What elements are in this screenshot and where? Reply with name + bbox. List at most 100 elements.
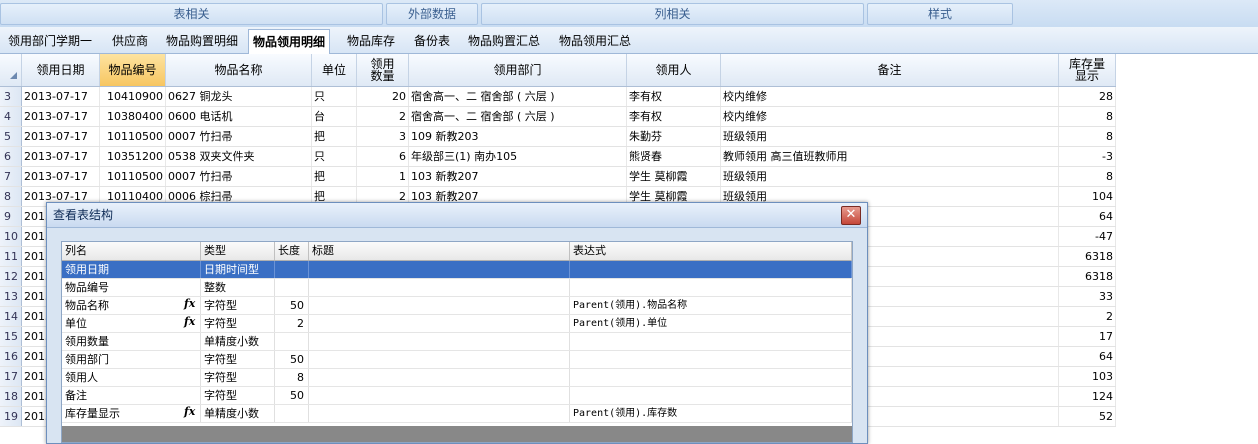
struct-cell-length[interactable] xyxy=(275,279,309,296)
struct-cell-length[interactable] xyxy=(275,261,309,278)
list-item[interactable]: 物品编号 整数 xyxy=(62,279,852,297)
cell-name[interactable]: 0007 竹扫帚 xyxy=(166,127,312,146)
col-header-code[interactable]: 物品编号 xyxy=(100,54,166,86)
tab-usage-summary[interactable]: 物品领用汇总 xyxy=(555,30,635,52)
cell-note[interactable]: 校内维修 xyxy=(721,107,1059,126)
cell-unit[interactable]: 把 xyxy=(312,127,357,146)
cell-person[interactable]: 李有权 xyxy=(627,87,721,106)
row-number[interactable]: 7 xyxy=(0,167,22,186)
cell-name[interactable]: 0627 铜龙头 xyxy=(166,87,312,106)
struct-cell-caption[interactable] xyxy=(309,261,570,278)
cell-date[interactable]: 2013-07-17 xyxy=(22,87,100,106)
cell-note[interactable]: 教师领用 高三值班教师用 xyxy=(721,147,1059,166)
struct-cell-length[interactable]: 8 xyxy=(275,369,309,386)
list-item[interactable]: 备注 字符型 50 xyxy=(62,387,852,405)
struct-cell-expression[interactable]: Parent(领用).库存数 xyxy=(570,405,852,422)
row-number[interactable]: 15 xyxy=(0,327,22,346)
cell-note[interactable]: 班级领用 xyxy=(721,127,1059,146)
list-item[interactable]: 库存量显示 单精度小数 Parent(领用).库存数 fx xyxy=(62,405,852,423)
ribbon-group-column[interactable]: 列相关 xyxy=(481,3,864,25)
cell-stock[interactable]: 64 xyxy=(1059,347,1116,366)
ribbon-group-external-data[interactable]: 外部数据 xyxy=(386,3,478,25)
col-header-dept[interactable]: 领用部门 xyxy=(409,54,627,86)
tab-purchase-summary[interactable]: 物品购置汇总 xyxy=(464,30,544,52)
struct-cell-expression[interactable]: Parent(领用).物品名称 xyxy=(570,297,852,314)
cell-dept[interactable]: 109 新教203 xyxy=(409,127,627,146)
tab-supplier[interactable]: 供应商 xyxy=(108,30,152,52)
tab-usage-detail[interactable]: 物品领用明细 xyxy=(248,29,331,54)
struct-cell-caption[interactable] xyxy=(309,405,570,422)
row-number[interactable]: 13 xyxy=(0,287,22,306)
cell-qty[interactable]: 6 xyxy=(357,147,409,166)
struct-cell-expression[interactable]: Parent(领用).单位 xyxy=(570,315,852,332)
struct-cell-length[interactable]: 2 xyxy=(275,315,309,332)
struct-cell-type[interactable]: 字符型 xyxy=(201,351,275,368)
cell-unit[interactable]: 只 xyxy=(312,147,357,166)
row-number[interactable]: 8 xyxy=(0,187,22,206)
col-header-date[interactable]: 领用日期 xyxy=(22,54,100,86)
row-number[interactable]: 18 xyxy=(0,387,22,406)
table-row[interactable]: 7 2013-07-17 10110500 0007 竹扫帚把 1 103 新教207 学生… xyxy=(0,167,1116,187)
row-number[interactable]: 11 xyxy=(0,247,22,266)
cell-code[interactable]: 10410900 xyxy=(100,87,166,106)
struct-cell-caption[interactable] xyxy=(309,369,570,386)
struct-cell-caption[interactable] xyxy=(309,297,570,314)
cell-stock[interactable]: 52 xyxy=(1059,407,1116,426)
cell-dept[interactable]: 年级部三(1) 南办105 xyxy=(409,147,627,166)
struct-cell-expression[interactable] xyxy=(570,279,852,296)
struct-cell-colname[interactable]: 领用数量 xyxy=(62,333,201,350)
struct-cell-type[interactable]: 字符型 xyxy=(201,297,275,314)
list-item[interactable]: 领用数量 单精度小数 xyxy=(62,333,852,351)
col-header-length[interactable]: 长度 xyxy=(275,242,309,260)
col-header-person[interactable]: 领用人 xyxy=(627,54,721,86)
struct-cell-colname[interactable]: 物品名称 xyxy=(62,297,201,314)
select-all-corner[interactable] xyxy=(0,54,22,86)
cell-stock[interactable]: 17 xyxy=(1059,327,1116,346)
cell-stock[interactable]: 2 xyxy=(1059,307,1116,326)
struct-cell-expression[interactable] xyxy=(570,387,852,404)
cell-stock[interactable]: 33 xyxy=(1059,287,1116,306)
cell-date[interactable]: 2013-07-17 xyxy=(22,147,100,166)
cell-person[interactable]: 熊贤春 xyxy=(627,147,721,166)
struct-cell-colname[interactable]: 库存量显示 xyxy=(62,405,201,422)
cell-qty[interactable]: 20 xyxy=(357,87,409,106)
cell-unit[interactable]: 台 xyxy=(312,107,357,126)
struct-cell-colname[interactable]: 领用人 xyxy=(62,369,201,386)
ribbon-group-table[interactable]: 表相关 xyxy=(0,3,383,25)
cell-code[interactable]: 10380400 xyxy=(100,107,166,126)
struct-cell-length[interactable]: 50 xyxy=(275,351,309,368)
list-item[interactable]: 领用人 字符型 8 xyxy=(62,369,852,387)
cell-person[interactable]: 学生 莫柳霞 xyxy=(627,167,721,186)
row-number[interactable]: 3 xyxy=(0,87,22,106)
col-header-colname[interactable]: 列名 xyxy=(62,242,201,260)
cell-name[interactable]: 0538 双夹文件夹 xyxy=(166,147,312,166)
list-item[interactable]: 领用部门 字符型 50 xyxy=(62,351,852,369)
close-icon[interactable]: ✕ xyxy=(841,206,861,225)
list-item[interactable]: 单位 字符型 2 Parent(领用).单位 fx xyxy=(62,315,852,333)
struct-cell-caption[interactable] xyxy=(309,315,570,332)
cell-code[interactable]: 10351200 xyxy=(100,147,166,166)
struct-cell-caption[interactable] xyxy=(309,387,570,404)
cell-stock[interactable]: 6318 xyxy=(1059,267,1116,286)
struct-cell-type[interactable]: 单精度小数 xyxy=(201,333,275,350)
list-item[interactable]: 物品名称 字符型 50 Parent(领用).物品名称 fx xyxy=(62,297,852,315)
struct-cell-caption[interactable] xyxy=(309,351,570,368)
cell-date[interactable]: 2013-07-17 xyxy=(22,167,100,186)
struct-cell-type[interactable]: 整数 xyxy=(201,279,275,296)
cell-qty[interactable]: 2 xyxy=(357,107,409,126)
table-row[interactable]: 6 2013-07-17 10351200 0538 双夹文件夹只 6 年级部三(1) 南… xyxy=(0,147,1116,167)
cell-stock[interactable]: -3 xyxy=(1059,147,1116,166)
col-header-expression[interactable]: 表达式 xyxy=(570,242,852,260)
cell-stock[interactable]: 8 xyxy=(1059,127,1116,146)
tab-inventory[interactable]: 物品库存 xyxy=(343,30,399,52)
col-header-unit[interactable]: 单位 xyxy=(312,54,357,86)
cell-stock[interactable]: 64 xyxy=(1059,207,1116,226)
tab-dept-semester1[interactable]: 领用部门学期一 xyxy=(4,30,96,52)
cell-code[interactable]: 10110500 xyxy=(100,127,166,146)
struct-cell-caption[interactable] xyxy=(309,279,570,296)
struct-cell-type[interactable]: 单精度小数 xyxy=(201,405,275,422)
cell-date[interactable]: 2013-07-17 xyxy=(22,127,100,146)
row-number[interactable]: 17 xyxy=(0,367,22,386)
struct-cell-type[interactable]: 字符型 xyxy=(201,387,275,404)
cell-stock[interactable]: 8 xyxy=(1059,107,1116,126)
